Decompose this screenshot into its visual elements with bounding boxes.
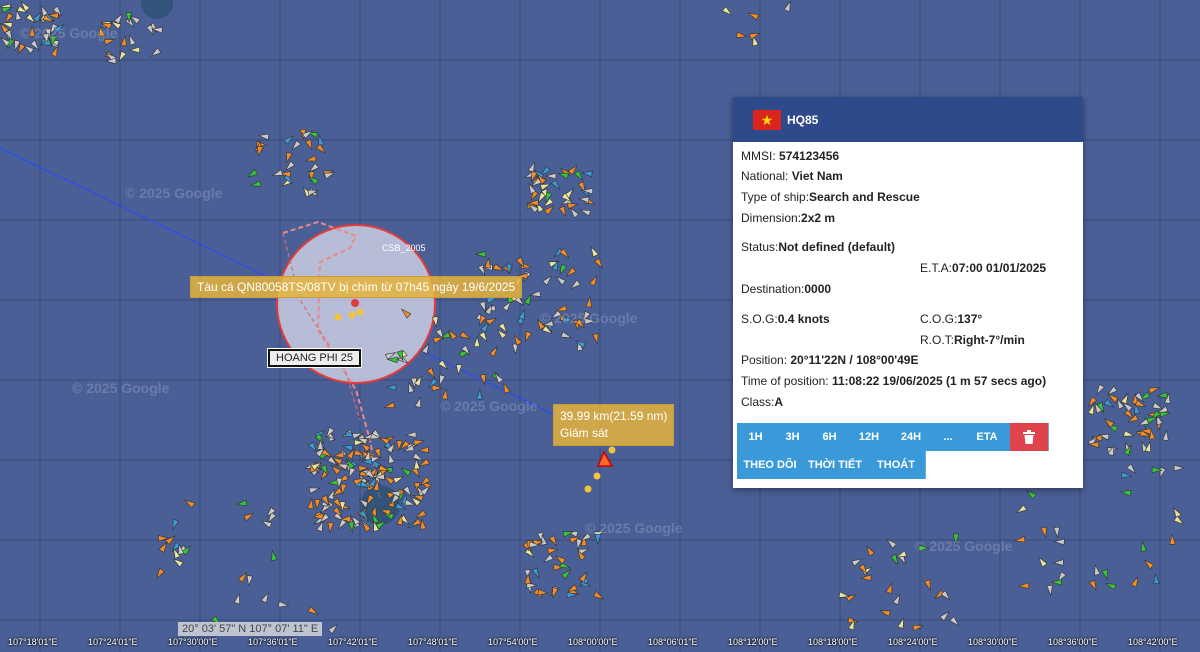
vietnam-flag-icon: ★ bbox=[753, 109, 781, 130]
weather-button[interactable]: THỜI TIẾT bbox=[803, 451, 868, 479]
position-value: 20°11'22N / 108°00'49E bbox=[790, 353, 919, 367]
longitude-tick: 107°30'00"E bbox=[168, 637, 218, 647]
vessel-info-panel[interactable]: ★ HQ85 MMSI: 574123456 National: Viet Na… bbox=[733, 97, 1083, 488]
mmsi-value: 574123456 bbox=[779, 149, 840, 163]
trash-icon bbox=[1023, 430, 1035, 444]
vessel-name-box[interactable]: HOANG PHI 25 bbox=[266, 348, 363, 368]
longitude-tick: 108°06'01"E bbox=[648, 637, 698, 647]
national-value: Viet Nam bbox=[791, 169, 843, 183]
national-row: National: Viet Nam bbox=[741, 169, 843, 183]
type-row: Type of ship:Search and Rescue bbox=[741, 190, 920, 204]
rot-value: Right-7°/min bbox=[954, 333, 1025, 347]
longitude-tick: 107°36'01"E bbox=[248, 637, 298, 647]
sunk-vessel-marker[interactable] bbox=[351, 299, 359, 307]
exit-button[interactable]: THOÁT bbox=[867, 451, 926, 479]
map-watermark: © 2025 Google bbox=[20, 25, 118, 41]
longitude-tick: 107°18'01"E bbox=[8, 637, 58, 647]
sog-value: 0.4 knots bbox=[777, 312, 830, 326]
longitude-tick: 108°36'00"E bbox=[1048, 637, 1098, 647]
map-watermark: © 2025 Google bbox=[585, 520, 683, 536]
map-watermark: © 2025 Google bbox=[540, 310, 638, 326]
eta-value: 07:00 01/01/2025 bbox=[952, 261, 1047, 275]
panel-header: ★ HQ85 bbox=[733, 97, 1083, 142]
alert-label[interactable]: Tàu cá QN80058TS/08TV bị chìm từ 07h45 n… bbox=[190, 276, 523, 298]
dimension-label: Dimension: bbox=[741, 211, 802, 225]
longitude-tick: 108°18'00"E bbox=[808, 637, 858, 647]
longitude-tick: 108°12'00"E bbox=[728, 637, 778, 647]
dimension-value: 2x2 m bbox=[801, 211, 836, 225]
map-watermark: © 2025 Google bbox=[440, 398, 538, 414]
distance-tooltip[interactable]: 39.99 km(21.59 nm) Giám sát bbox=[553, 404, 675, 446]
position-label: Position: bbox=[741, 353, 788, 367]
class-row: Class:A bbox=[741, 395, 783, 409]
cog-row: C.O.G:137° bbox=[920, 312, 982, 326]
longitude-tick: 108°42'00"E bbox=[1128, 637, 1178, 647]
history-3h-button[interactable]: 3H bbox=[774, 423, 812, 451]
cog-value: 137° bbox=[957, 312, 983, 326]
longitude-tick: 108°30'00"E bbox=[968, 637, 1018, 647]
destination-row: Destination:0000 bbox=[741, 282, 831, 296]
map-watermark: © 2025 Google bbox=[915, 538, 1013, 554]
delete-button[interactable] bbox=[1010, 423, 1049, 451]
follow-button[interactable]: THEO DÕI bbox=[737, 451, 804, 479]
longitude-tick: 107°54'00"E bbox=[488, 637, 538, 647]
sog-row: S.O.G:0.4 knots bbox=[741, 312, 830, 326]
mmsi-label: MMSI: bbox=[741, 149, 776, 163]
type-label: Type of ship: bbox=[741, 190, 810, 204]
rot-label: R.O.T: bbox=[920, 333, 955, 347]
national-label: National: bbox=[741, 169, 789, 183]
history-6h-button[interactable]: 6H bbox=[811, 423, 849, 451]
status-value: Not defined (default) bbox=[778, 240, 896, 254]
sog-label: S.O.G: bbox=[741, 312, 778, 326]
ship-name: HQ85 bbox=[787, 112, 819, 127]
map-watermark: © 2025 Google bbox=[125, 185, 223, 201]
map-watermark: © 2025 Google bbox=[72, 380, 170, 396]
time-row: Time of position: 11:08:22 19/06/2025 (1… bbox=[741, 374, 1046, 388]
time-label: Time of position: bbox=[741, 374, 829, 388]
mmsi-row: MMSI: 574123456 bbox=[741, 149, 839, 163]
position-row: Position: 20°11'22N / 108°00'49E bbox=[741, 353, 918, 367]
longitude-tick: 107°24'01"E bbox=[88, 637, 138, 647]
type-value: Search and Rescue bbox=[809, 190, 920, 204]
longitude-tick: 108°24'00"E bbox=[888, 637, 938, 647]
class-value: A bbox=[774, 395, 784, 409]
vessel-label: CSB_2005 bbox=[382, 243, 426, 253]
destination-value: 0000 bbox=[804, 282, 832, 296]
time-value: 11:08:22 19/06/2025 (1 m 57 secs ago) bbox=[831, 374, 1047, 388]
cursor-coordinates: 20° 03' 57" N 107° 07' 11" E bbox=[178, 622, 323, 636]
class-label: Class: bbox=[741, 395, 775, 409]
status-row: Status:Not defined (default) bbox=[741, 240, 895, 254]
eta-row: E.T.A:07:00 01/01/2025 bbox=[920, 261, 1046, 275]
history-12h-button[interactable]: 12H bbox=[848, 423, 891, 451]
cog-label: C.O.G: bbox=[920, 312, 958, 326]
rot-row: R.O.T:Right-7°/min bbox=[920, 333, 1025, 347]
status-label: Status: bbox=[741, 240, 779, 254]
longitude-tick: 107°48'01"E bbox=[408, 637, 458, 647]
longitude-tick: 107°42'01"E bbox=[328, 637, 378, 647]
flag-star: ★ bbox=[760, 111, 774, 128]
eta-button[interactable]: ETA bbox=[964, 423, 1011, 451]
distance-label: 39.99 km(21.59 nm) bbox=[560, 409, 668, 423]
history-1h-button[interactable]: 1H bbox=[737, 423, 775, 451]
history-24h-button[interactable]: 24H bbox=[890, 423, 933, 451]
more-history-button[interactable]: ... bbox=[932, 423, 965, 451]
eta-label: E.T.A: bbox=[920, 261, 953, 275]
longitude-tick: 108°00'00"E bbox=[568, 637, 618, 647]
dimension-row: Dimension:2x2 m bbox=[741, 211, 835, 225]
destination-label: Destination: bbox=[741, 282, 805, 296]
monitor-label: Giám sát bbox=[560, 426, 609, 440]
